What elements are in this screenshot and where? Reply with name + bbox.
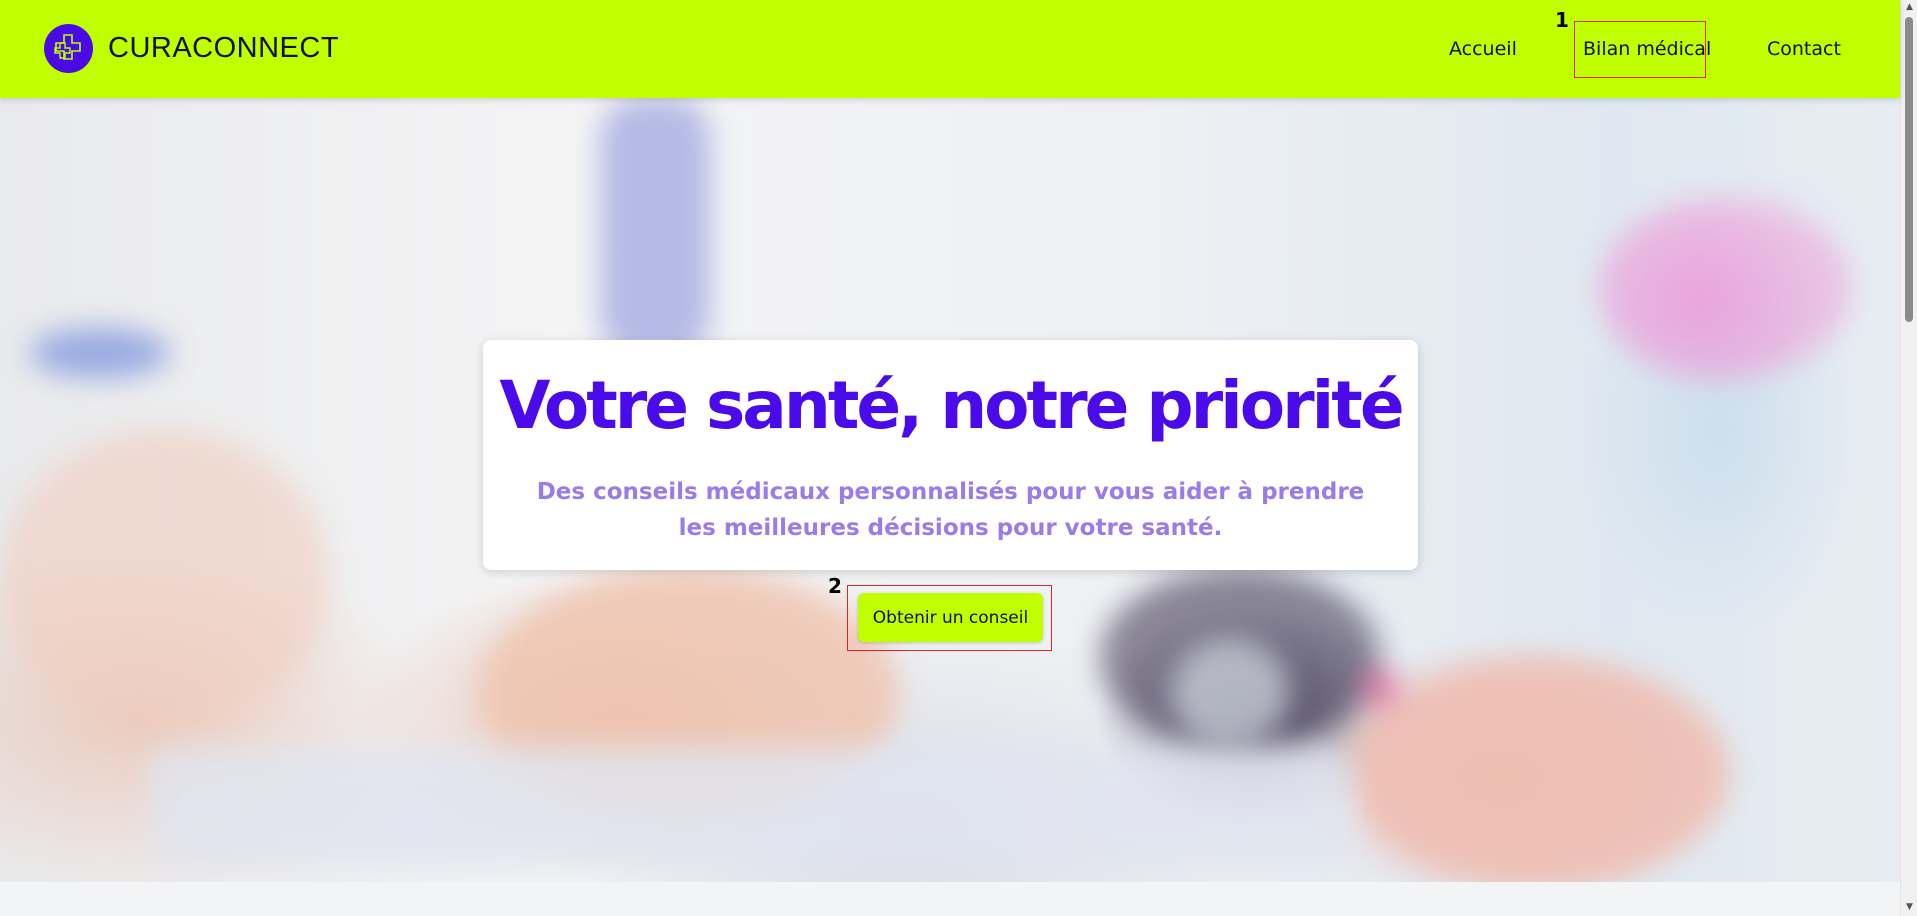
scrollbar-thumb[interactable] <box>1905 17 1913 322</box>
hero-photo-shape <box>30 328 170 378</box>
hero-photo-shape <box>1360 668 1400 708</box>
nav-link-accueil[interactable]: Accueil <box>1449 38 1517 60</box>
get-advice-button[interactable]: Obtenir un conseil <box>858 593 1043 642</box>
brand-name[interactable]: CURACONNECT <box>108 32 339 65</box>
page: CURACONNECT Accueil Bilan médical Contac… <box>0 0 1917 916</box>
annotation-number-1: 1 <box>1555 8 1569 32</box>
hero-photo-shape <box>1170 638 1290 748</box>
site-header: CURACONNECT Accueil Bilan médical Contac… <box>0 0 1900 98</box>
hero-photo-shape <box>600 98 710 358</box>
logo-icon[interactable] <box>44 24 93 73</box>
vertical-scrollbar[interactable]: ▲ ▼ <box>1900 0 1917 916</box>
annotation-number-2: 2 <box>828 574 842 598</box>
hero-photo-shape <box>1350 658 1730 882</box>
page-bottom-strip <box>0 882 1900 916</box>
nav-link-contact[interactable]: Contact <box>1767 38 1841 60</box>
hero-subtitle: Des conseils médicaux personnalisés pour… <box>536 479 1365 541</box>
hero-title: Votre santé, notre priorité <box>499 367 1404 444</box>
hero-card: Votre santé, notre priorité Des conseils… <box>483 340 1418 570</box>
scroll-up-arrow-icon[interactable]: ▲ <box>1901 2 1917 12</box>
scroll-down-arrow-icon[interactable]: ▼ <box>1901 902 1917 912</box>
hero-photo-shape <box>1600 198 1850 378</box>
medical-cross-logo-icon <box>53 33 81 60</box>
hero-photo-shape <box>150 748 1350 868</box>
hero-photo-shape <box>0 428 330 728</box>
nav-link-bilan-medical[interactable]: Bilan médical <box>1583 38 1711 60</box>
